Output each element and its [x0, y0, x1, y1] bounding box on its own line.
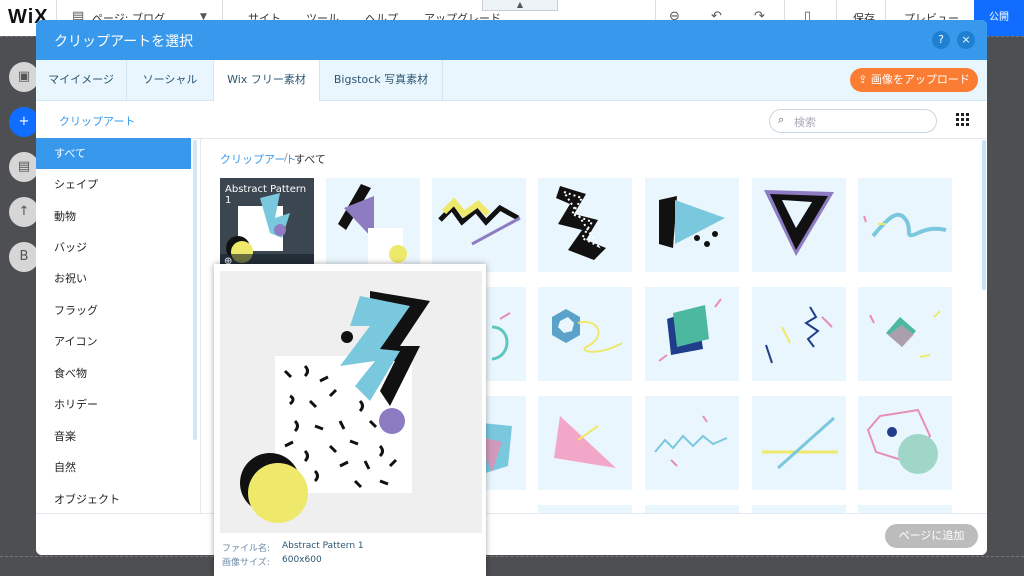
tile-art: [654, 415, 728, 467]
add-to-page-button[interactable]: ページに追加: [885, 524, 978, 548]
image-preview-popup: ファイル名: Abstract Pattern 1 画像サイズ: 600x600: [214, 264, 486, 576]
category-music[interactable]: 音楽: [36, 421, 191, 452]
category-food[interactable]: 食べ物: [36, 358, 191, 389]
breadcrumb-separator: /: [284, 151, 288, 164]
upload-icon: ↑: [18, 204, 30, 219]
preview-image: [220, 271, 482, 533]
plus-icon: +: [18, 114, 30, 129]
category-holiday[interactable]: ホリデー: [36, 389, 191, 420]
category-list: すべて シェイプ 動物 バッジ お祝い フラッグ アイコン 食べ物 ホリデー 音…: [36, 138, 200, 513]
tile-art: [863, 212, 947, 238]
tab-social[interactable]: ソーシャル: [127, 60, 214, 100]
upload-label: 画像をアップロード: [870, 73, 970, 86]
blog-button[interactable]: B: [9, 242, 39, 272]
tile-art: [554, 416, 616, 468]
clipart-tile[interactable]: [858, 178, 952, 272]
clipart-tile[interactable]: [645, 287, 739, 381]
category-animals[interactable]: 動物: [36, 201, 191, 232]
breadcrumb-current: すべて: [294, 153, 326, 166]
tile-art: [556, 186, 606, 260]
add-button[interactable]: +: [9, 107, 39, 137]
upload-image-button[interactable]: ⇪ 画像をアップロード: [850, 68, 978, 92]
clipart-tile[interactable]: [858, 287, 952, 381]
clipart-tile[interactable]: [752, 396, 846, 490]
search-placeholder: 検索: [794, 116, 816, 129]
tab-bigstock[interactable]: Bigstock 写真素材: [320, 60, 443, 100]
tile-art: [438, 197, 521, 246]
category-scrollbar[interactable]: [193, 140, 197, 440]
clipart-tile[interactable]: [752, 178, 846, 272]
clipart-dialog: クリップアートを選択 ? × マイイメージ ソーシャル Wix フリー素材 Bi…: [36, 20, 987, 555]
grid-view-icon[interactable]: [956, 113, 969, 126]
tile-art: [869, 310, 941, 358]
content-scrollbar[interactable]: [982, 140, 986, 290]
image-size-label: 画像サイズ:: [222, 558, 270, 568]
tile-label: Abstract Pattern 1: [225, 184, 307, 206]
source-tabs: マイイメージ ソーシャル Wix フリー素材 Bigstock 写真素材 ⇪ 画…: [36, 60, 987, 101]
category-all[interactable]: すべて: [36, 138, 191, 169]
dialog-footer: ページに追加: [36, 513, 987, 555]
canvas-guide: [0, 556, 1024, 557]
tile-art: [765, 306, 833, 364]
close-button[interactable]: ×: [957, 31, 975, 49]
tile-art: [762, 416, 838, 470]
dialog-header: クリップアートを選択 ? ×: [36, 20, 987, 60]
clipart-tile[interactable]: [645, 178, 739, 272]
help-button[interactable]: ?: [932, 31, 950, 49]
category-celebration[interactable]: お祝い: [36, 263, 191, 294]
preview-art: [240, 291, 430, 523]
category-badges[interactable]: バッジ: [36, 232, 191, 263]
collapse-toolbar-handle[interactable]: ▲: [482, 0, 558, 11]
file-name-value: Abstract Pattern 1: [282, 541, 364, 551]
clipart-tile[interactable]: [538, 396, 632, 490]
upload-media-button[interactable]: ↑: [9, 197, 39, 227]
upload-icon: ⇪: [858, 73, 868, 86]
clipart-section-link[interactable]: クリップアート: [59, 113, 135, 129]
category-shapes[interactable]: シェイプ: [36, 169, 191, 200]
app-market-button[interactable]: ▤: [9, 152, 39, 182]
search-icon: ⌕: [778, 113, 785, 126]
tab-wix-free[interactable]: Wix フリー素材: [214, 60, 320, 101]
category-icons[interactable]: アイコン: [36, 326, 191, 357]
clipart-tile-hovered[interactable]: Abstract Pattern 1 ⊕: [220, 178, 314, 272]
clipart-tile[interactable]: [858, 396, 952, 490]
tile-art: [552, 309, 623, 353]
blog-icon: B: [19, 249, 29, 264]
tile-art: [659, 196, 725, 248]
clipart-tile[interactable]: [645, 505, 739, 513]
category-nature[interactable]: 自然: [36, 452, 191, 483]
tile-art: [658, 298, 722, 362]
divider: [200, 138, 201, 513]
menus-pages-button[interactable]: ▣: [9, 62, 39, 92]
clipart-tile[interactable]: [432, 178, 526, 272]
search-field[interactable]: ⌕ 検索: [769, 109, 937, 133]
image-size-value: 600x600: [282, 555, 322, 565]
publish-label: 公開: [989, 12, 1009, 23]
category-objects[interactable]: オブジェクト: [36, 484, 191, 515]
clipart-tile[interactable]: [538, 178, 632, 272]
tile-art: [764, 190, 834, 256]
pages-icon: ▣: [17, 69, 31, 84]
clipart-tile[interactable]: [326, 178, 420, 272]
tile-art: [866, 408, 938, 474]
dialog-title: クリップアートを選択: [54, 34, 194, 50]
tile-art: [338, 184, 407, 266]
tab-my-images[interactable]: マイイメージ: [36, 60, 127, 100]
clipart-tile[interactable]: [645, 396, 739, 490]
sub-header: クリップアート ⌕ 検索: [36, 101, 987, 139]
file-name-label: ファイル名:: [222, 544, 271, 554]
clipart-tile[interactable]: [752, 287, 846, 381]
clipart-tile[interactable]: [752, 505, 846, 513]
clipart-tile[interactable]: [858, 505, 952, 513]
store-icon: ▤: [17, 159, 31, 174]
clipart-tile[interactable]: [538, 505, 632, 513]
category-flags[interactable]: フラッグ: [36, 295, 191, 326]
clipart-tile[interactable]: [538, 287, 632, 381]
